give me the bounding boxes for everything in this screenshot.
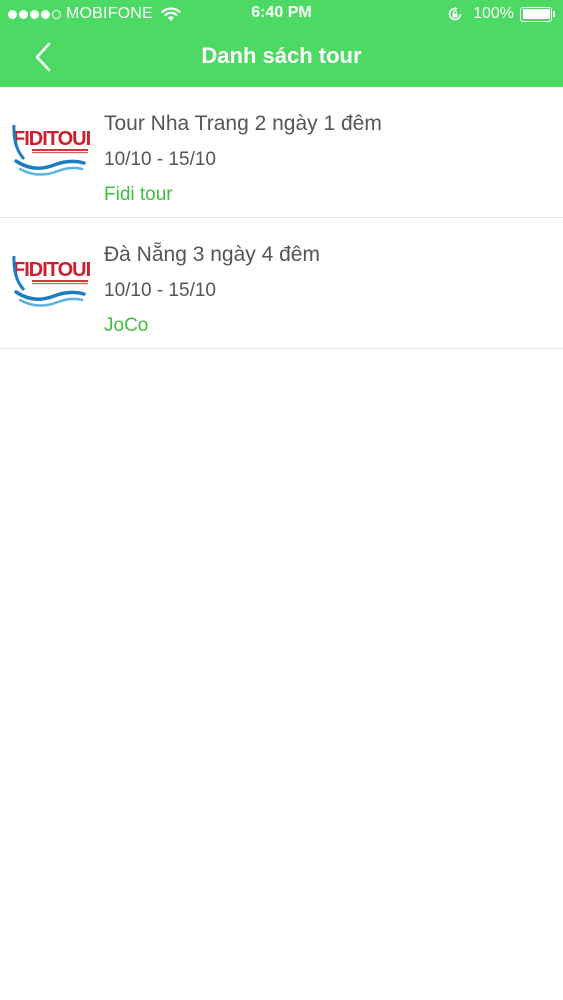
status-bar: MOBIFONE 6:40 PM 100%: [0, 0, 563, 28]
app-header: MOBIFONE 6:40 PM 100% Danh sách tour: [0, 0, 563, 87]
tour-name: Tour Nha Trang 2 ngày 1 đêm: [104, 112, 382, 135]
fiditour-logo-icon: FIDITOUR: [12, 124, 90, 176]
svg-text:FIDITOUR: FIDITOUR: [13, 259, 90, 281]
tour-dates: 10/10 - 15/10: [104, 149, 216, 170]
tour-list-item[interactable]: FIDITOUR Đà Nẵng 3 ngày 4 đêm 10/10 - 15…: [0, 218, 563, 349]
tour-list: FIDITOUR Tour Nha Trang 2 ngày 1 đêm 10/…: [0, 87, 563, 349]
svg-text:FIDITOUR: FIDITOUR: [13, 128, 90, 150]
rotation-lock-icon: [447, 6, 463, 22]
tour-agency: JoCo: [104, 315, 149, 336]
battery-tip: [553, 11, 555, 17]
tour-name: Đà Nẵng 3 ngày 4 đêm: [104, 243, 320, 266]
tour-agency: Fidi tour: [104, 184, 173, 205]
navigation-bar: Danh sách tour: [0, 28, 563, 87]
page-title: Danh sách tour: [201, 43, 362, 68]
battery-icon: [520, 6, 552, 22]
battery-percentage: 100%: [473, 5, 514, 22]
tour-list-item[interactable]: FIDITOUR Tour Nha Trang 2 ngày 1 đêm 10/…: [0, 87, 563, 218]
status-right: 100%: [447, 4, 555, 24]
tour-dates: 10/10 - 15/10: [104, 280, 216, 301]
fiditour-logo-icon: FIDITOUR: [12, 255, 90, 307]
